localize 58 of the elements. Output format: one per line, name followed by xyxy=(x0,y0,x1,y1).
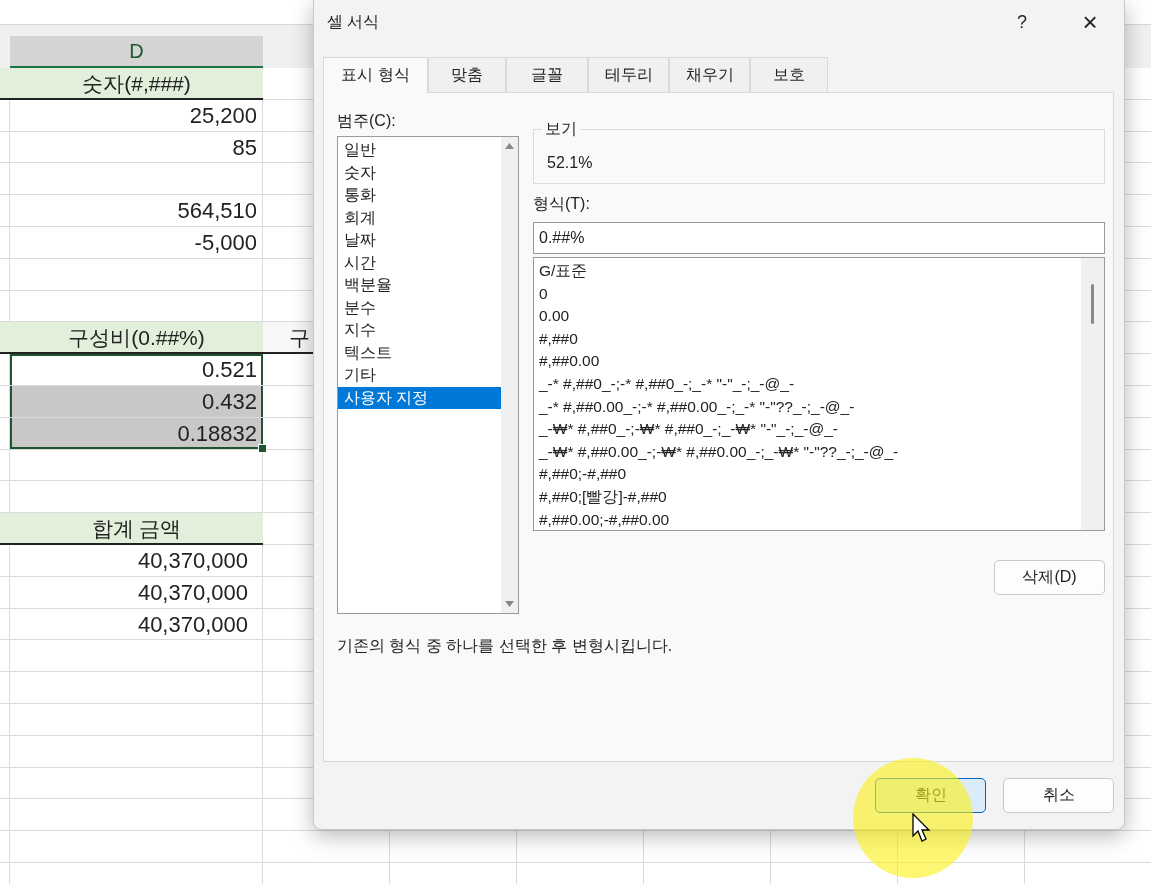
column-title-cell: 숫자(#,###) xyxy=(0,68,263,100)
delete-button[interactable]: 삭제(D) xyxy=(994,560,1105,595)
table-cell: 0.521 xyxy=(10,354,263,385)
tab[interactable]: 표시 형식 xyxy=(323,57,428,93)
table-cell-text: 40,370,000 xyxy=(136,578,249,607)
list-item[interactable]: 분수 xyxy=(338,296,501,319)
list-item[interactable]: _-* #,##0.00_-;-* #,##0.00_-;_-* "-"??_-;_-@_- xyxy=(534,395,1081,419)
list-item[interactable]: #,##0;[빨강]-#,##0 xyxy=(534,485,1081,509)
list-item[interactable]: 백분율 xyxy=(338,274,501,297)
list-item[interactable]: _-₩* #,##0.00_-;-₩* #,##0.00_-;_-₩* "-"??_-;_-@_- xyxy=(534,440,1081,464)
table-cell-text: 25,200 xyxy=(188,101,258,130)
format-label: 형식(T): xyxy=(533,194,591,214)
scroll-up-icon[interactable] xyxy=(505,143,514,149)
list-item[interactable]: 날짜 xyxy=(338,229,501,252)
list-item[interactable]: #,##0.00;-#,##0.00 xyxy=(534,508,1081,530)
list-item[interactable]: 회계 xyxy=(338,206,501,229)
description-text: 기존의 형식 중 하나를 선택한 후 변형시킵니다. xyxy=(337,636,674,656)
fill-handle[interactable] xyxy=(258,443,267,453)
tab[interactable]: 채우기 xyxy=(669,57,750,92)
column-header[interactable]: D xyxy=(10,36,263,69)
list-item[interactable]: G/표준 xyxy=(534,260,1081,283)
table-cell-text: 40,370,000 xyxy=(136,546,249,575)
list-item[interactable]: _-₩* #,##0_-;-₩* #,##0_-;_-₩* "-"_-;_-@_- xyxy=(534,418,1081,441)
format-field[interactable]: 0.##% xyxy=(533,222,1105,254)
cancel-button[interactable]: 취소 xyxy=(1003,778,1114,813)
table-cell-text: 564,510 xyxy=(176,197,258,226)
table-cell: 0.432 xyxy=(10,385,263,417)
list-item[interactable]: 0.00 xyxy=(534,305,1081,328)
close-button[interactable]: × xyxy=(1056,2,1124,42)
tab[interactable]: 보호 xyxy=(750,57,828,92)
scrollbar-thumb[interactable] xyxy=(1091,284,1094,324)
list-item[interactable]: 일반 xyxy=(338,139,501,162)
table-cell-text: -5,000 xyxy=(193,229,258,257)
preview-label: 보기 xyxy=(542,119,580,140)
list-item[interactable]: 사용자 지정 xyxy=(338,386,501,409)
scroll-down-icon[interactable] xyxy=(505,601,514,607)
list-item[interactable]: 0 xyxy=(534,282,1081,306)
list-item[interactable]: #,##0 xyxy=(534,327,1081,351)
list-item[interactable]: #,##0.00 xyxy=(534,350,1081,373)
list-item[interactable]: #,##0;-#,##0 xyxy=(534,463,1081,486)
column-title-cell: 구성비(0.##%) xyxy=(0,322,263,355)
list-item[interactable]: _-* #,##0_-;-* #,##0_-;_-* "-"_-;_-@_- xyxy=(534,372,1081,396)
tab[interactable]: 테두리 xyxy=(588,57,669,92)
list-item[interactable]: 기타 xyxy=(338,364,501,387)
column-title-cell: 합계 금액 xyxy=(0,513,263,545)
dialog-title: 셀 서식 xyxy=(327,11,381,32)
list-item[interactable]: 시간 xyxy=(338,251,501,274)
tab[interactable]: 글꼴 xyxy=(506,57,588,92)
table-cell-text: 40,370,000 xyxy=(136,610,249,639)
help-button[interactable]: ? xyxy=(988,2,1056,42)
table-cell-text: 85 xyxy=(231,133,258,162)
preview-value: 52.1% xyxy=(546,153,594,172)
format-list[interactable] xyxy=(533,257,1105,531)
list-item[interactable]: 숫자 xyxy=(338,161,501,184)
category-list[interactable]: 일반 숫자 통화 회계 날짜 시간 백분율 분수 지수 텍스트 기타 사용자 지정 xyxy=(337,136,519,614)
category-label: 범주(C): xyxy=(337,111,397,131)
tab[interactable]: 맞춤 xyxy=(428,57,506,92)
list-item[interactable]: 통화 xyxy=(338,184,501,207)
